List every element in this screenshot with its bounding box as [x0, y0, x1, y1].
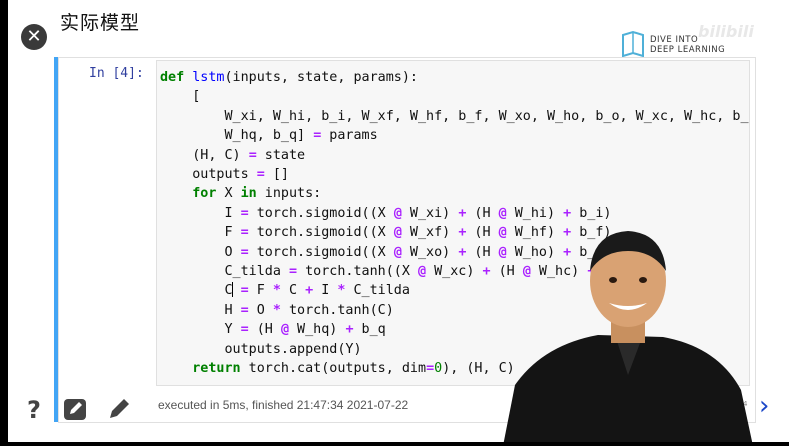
logo: DIVE INTO DEEP LEARNING	[620, 30, 730, 58]
text-cursor	[231, 282, 233, 298]
page-title: 实际模型	[60, 12, 141, 34]
help-icon[interactable]: ?	[22, 396, 48, 424]
chevron-right-icon[interactable]: ›	[759, 391, 769, 421]
close-icon[interactable]: ✕	[21, 24, 47, 50]
edit-icon[interactable]	[62, 396, 88, 422]
book-icon	[622, 30, 644, 58]
cell-prompt: In [4]:	[89, 66, 144, 81]
cell-status: executed in 5ms, finished 21:47:34 2021-…	[158, 398, 409, 412]
pen-icon[interactable]	[106, 396, 132, 422]
logo-line-2: DEEP LEARNING	[650, 45, 726, 55]
svg-text:?: ?	[27, 396, 41, 422]
logo-line-1: DIVE INTO	[650, 35, 699, 45]
slide: ✕ 实际模型 bilibili DIVE INTO DEEP LEARNING …	[8, 0, 789, 442]
presenter-video	[503, 231, 753, 442]
